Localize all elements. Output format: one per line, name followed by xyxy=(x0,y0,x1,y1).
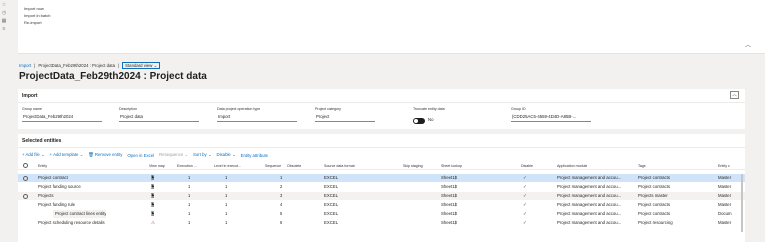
remove-entity-button[interactable]: 🗑 Remove entity xyxy=(88,152,122,158)
group-name-input[interactable]: ProjectData_Feb29th2024 xyxy=(22,113,102,122)
page-title: ProjectData_Feb29th2024 : Project data xyxy=(19,71,207,82)
star-icon[interactable]: ☆ xyxy=(1,2,7,8)
truncate-field: Truncate entity data No xyxy=(413,107,445,124)
checkmark-icon: ✓ xyxy=(523,193,527,198)
table-row[interactable]: Project funding source 🗎 1 1 2 EXCEL She… xyxy=(18,183,745,191)
collapse-button[interactable]: ︿ xyxy=(730,91,739,99)
col-execution[interactable]: Execution ... xyxy=(177,164,205,168)
import-now-item[interactable]: Import now xyxy=(24,6,44,11)
import-section-title[interactable]: Import xyxy=(22,93,38,99)
sort-by-button[interactable]: Sort by ⌄ xyxy=(193,152,211,158)
checkmark-icon: ✓ xyxy=(523,211,527,216)
open-excel-button[interactable]: Open in Excel xyxy=(127,153,154,158)
view-map-icon[interactable]: 🗎 xyxy=(151,174,154,182)
category-input[interactable]: Project xyxy=(315,113,375,122)
list-icon[interactable]: ≡ xyxy=(1,26,7,32)
page: ☆ ◷ ▦ ≡ Import now Import in batch Re-im… xyxy=(0,0,765,242)
entities-section-title[interactable]: Selected entities xyxy=(22,138,61,144)
col-level[interactable]: Level in execut... xyxy=(214,164,248,168)
entities-toolbar: + Add file ⌄ + Add template ⌄ 🗑 Remove e… xyxy=(22,152,268,158)
col-sequence[interactable]: Sequence xyxy=(265,164,281,168)
row-select-radio[interactable] xyxy=(23,175,28,181)
group-id-input[interactable]: {CDD25AC5-4559-4D4D-A85B-... xyxy=(511,113,591,122)
breadcrumb: Import | ProjectData_Feb29th2024 : Proje… xyxy=(19,62,161,69)
table-row[interactable]: Project scheduling resource details ⚠ 1 … xyxy=(18,219,745,227)
view-selector[interactable]: Standard view ⌄ xyxy=(122,62,161,69)
table-row[interactable]: Project contract 🗎 1 1 1 EXCEL Sheet1$ ✓… xyxy=(18,174,745,182)
import-in-batch-item[interactable]: Import in batch xyxy=(24,13,50,18)
breadcrumb-import[interactable]: Import xyxy=(19,63,31,68)
description-input[interactable]: Project data xyxy=(119,113,199,122)
warning-icon[interactable]: ⚠ xyxy=(151,219,155,227)
checkmark-icon: ✓ xyxy=(523,175,527,180)
re-import-item[interactable]: Re-import xyxy=(24,20,42,25)
col-source-format[interactable]: Source data format xyxy=(324,164,355,168)
chevron-up-icon[interactable]: ︿ xyxy=(745,40,751,49)
grid-header: Entity View map Execution ... Level in e… xyxy=(18,162,745,170)
group-name-field: Group name ProjectData_Feb29th2024 xyxy=(22,107,102,122)
chevron-down-icon: ⌄ xyxy=(153,63,158,68)
col-disable[interactable]: Disable xyxy=(521,164,533,168)
group-id-field: Group ID {CDD25AC5-4559-4D4D-A85B-... xyxy=(511,107,591,122)
add-template-button[interactable]: + Add template ⌄ xyxy=(50,152,84,158)
col-tags[interactable]: Tags xyxy=(638,164,646,168)
resequence-button[interactable]: Resequence ⌄ xyxy=(159,152,188,158)
col-app-module[interactable]: Application module xyxy=(557,164,587,168)
operation-type-input[interactable]: Import xyxy=(217,113,297,122)
action-menu-panel: Import now Import in batch Re-import ︿ xyxy=(18,0,765,54)
row-select-radio[interactable] xyxy=(23,193,28,199)
col-obsolete[interactable]: Obsolete xyxy=(287,164,301,168)
table-row[interactable]: Projects 🗎 1 1 3 EXCEL Sheet1$ ✓ Project… xyxy=(18,192,745,200)
col-entity[interactable]: Entity xyxy=(38,164,47,168)
truncate-toggle[interactable] xyxy=(413,117,425,124)
disable-button[interactable]: Disable ⌄ xyxy=(216,152,235,158)
select-all-radio[interactable] xyxy=(23,163,28,168)
checkmark-icon: ✓ xyxy=(523,184,527,189)
add-file-button[interactable]: + Add file ⌄ xyxy=(22,152,45,158)
view-map-icon[interactable]: 🗎 xyxy=(151,210,154,218)
col-entity-category[interactable]: Entity c xyxy=(718,164,740,168)
description-field: Description Project data xyxy=(119,107,199,122)
checkmark-icon: ✓ xyxy=(523,202,527,207)
col-view-map[interactable]: View map xyxy=(149,164,165,168)
category-field: Project category Project xyxy=(315,107,375,122)
left-navigation: ☆ ◷ ▦ ≡ xyxy=(0,0,10,60)
view-map-icon[interactable]: 🗎 xyxy=(151,183,154,191)
view-map-icon[interactable]: 🗎 xyxy=(151,192,154,200)
table-row[interactable]: Project funding rule 🗎 1 1 4 EXCEL Sheet… xyxy=(18,201,745,209)
col-sheet-lookup[interactable]: Sheet lookup xyxy=(441,164,462,168)
clock-icon[interactable]: ◷ xyxy=(1,10,7,16)
col-skip-staging[interactable]: Skip staging xyxy=(403,164,423,168)
workspace-icon[interactable]: ▦ xyxy=(1,18,7,24)
checkmark-icon: ✓ xyxy=(523,220,527,225)
selected-entities-section: Selected entities + Add file ⌄ + Add tem… xyxy=(18,134,745,242)
table-row[interactable]: Project contract lines entity 🗎 1 1 5 EX… xyxy=(18,210,745,218)
view-map-icon[interactable]: 🗎 xyxy=(151,201,154,209)
breadcrumb-current: ProjectData_Feb29th2024 : Project data xyxy=(38,63,115,68)
vertical-scrollbar[interactable] xyxy=(741,174,743,232)
trash-icon: 🗑 xyxy=(88,152,94,157)
import-section: Import ︿ Group name ProjectData_Feb29th2… xyxy=(18,89,745,129)
entity-attribute-button[interactable]: Entity attribute xyxy=(241,153,268,158)
operation-type-field: Data project operation type Import xyxy=(217,107,297,122)
